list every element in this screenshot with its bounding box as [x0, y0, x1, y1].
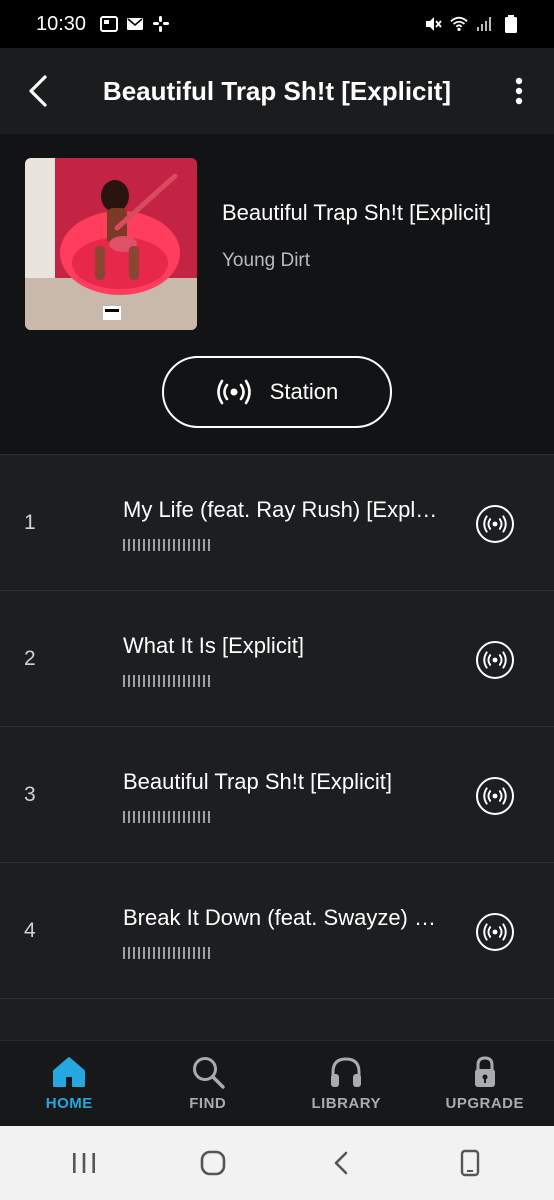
- more-vertical-icon: [515, 77, 523, 105]
- track-number: 4: [24, 919, 36, 942]
- track-meta-placeholder: [123, 811, 213, 823]
- home-system-button[interactable]: [183, 1133, 243, 1193]
- track-meta-placeholder: [123, 539, 213, 551]
- headphones-icon: [331, 1057, 362, 1087]
- nav-find[interactable]: FIND: [139, 1041, 278, 1126]
- nav-upgrade[interactable]: UPGRADE: [416, 1041, 554, 1126]
- system-back-button[interactable]: [311, 1133, 371, 1193]
- back-button[interactable]: [0, 48, 76, 134]
- album-cover-image: [25, 158, 197, 330]
- status-system-icons: [424, 15, 520, 33]
- status-bar: 10:30: [0, 0, 554, 48]
- nav-home-label: HOME: [45, 1095, 93, 1112]
- status-notification-icons: [100, 15, 170, 33]
- station-button[interactable]: Station: [162, 356, 392, 428]
- lock-icon: [474, 1056, 495, 1087]
- home-circle-icon: [200, 1150, 226, 1176]
- nav-library-label: LIBRARY: [311, 1095, 382, 1112]
- signal-icon: [476, 15, 494, 33]
- mail-icon: [126, 15, 144, 33]
- track-number: 1: [24, 511, 36, 534]
- album-info: Beautiful Trap Sh!t [Explicit] Young Dir…: [222, 200, 534, 272]
- phone-icon: [460, 1149, 479, 1177]
- station-button-label: Station: [269, 379, 339, 404]
- device-button[interactable]: [440, 1133, 500, 1193]
- page-title: Beautiful Trap Sh!t [Explicit]: [102, 75, 452, 106]
- nav-library[interactable]: LIBRARY: [277, 1041, 416, 1126]
- track-title: Break It Down (feat. Swayze) [Explicit]: [123, 905, 441, 930]
- album-section: Beautiful Trap Sh!t [Explicit] Young Dir…: [0, 134, 554, 474]
- album-art[interactable]: [25, 158, 197, 330]
- wifi-icon: [450, 15, 468, 33]
- recent-apps-button[interactable]: [54, 1133, 114, 1193]
- track-number: 2: [24, 647, 36, 670]
- nav-home[interactable]: HOME: [0, 1041, 139, 1126]
- track-meta-placeholder: [123, 675, 213, 687]
- track-station-button[interactable]: [476, 777, 514, 815]
- track-row[interactable]: 4 Break It Down (feat. Swayze) [Explicit…: [0, 862, 554, 998]
- app-header: Beautiful Trap Sh!t [Explicit]: [0, 48, 554, 134]
- bottom-nav: HOME FIND LIBRARY UPGRADE: [0, 1040, 554, 1126]
- home-icon: [53, 1057, 86, 1087]
- track-list: 1 My Life (feat. Ray Rush) [Explicit] 2 …: [0, 454, 554, 1042]
- track-row[interactable]: 2 What It Is [Explicit]: [0, 590, 554, 726]
- chevron-left-icon: [29, 75, 47, 107]
- mute-icon: [424, 15, 442, 33]
- nav-find-label: FIND: [189, 1095, 227, 1112]
- status-time: 10:30: [36, 12, 87, 35]
- track-station-button[interactable]: [476, 641, 514, 679]
- track-station-button[interactable]: [476, 505, 514, 543]
- search-icon: [192, 1057, 225, 1089]
- news-app-icon: [100, 15, 119, 33]
- radio-station-icon: [483, 923, 507, 941]
- nav-upgrade-label: UPGRADE: [445, 1095, 524, 1112]
- recent-apps-icon: [73, 1153, 96, 1173]
- album-title: Beautiful Trap Sh!t [Explicit]: [222, 200, 492, 225]
- track-station-button[interactable]: [476, 913, 514, 951]
- back-arrow-icon: [334, 1151, 348, 1175]
- track-meta-placeholder: [123, 947, 213, 959]
- radio-station-icon: [483, 515, 507, 533]
- album-artist[interactable]: Young Dirt: [222, 250, 534, 272]
- system-nav-bar: [0, 1126, 554, 1200]
- track-title: My Life (feat. Ray Rush) [Explicit]: [123, 497, 441, 522]
- track-row-partial[interactable]: [0, 998, 554, 1042]
- track-row[interactable]: 3 Beautiful Trap Sh!t [Explicit]: [0, 726, 554, 862]
- radio-station-icon: [483, 651, 507, 669]
- battery-icon: [502, 15, 520, 33]
- track-title: What It Is [Explicit]: [123, 633, 304, 658]
- radio-station-icon: [216, 379, 251, 405]
- track-row[interactable]: 1 My Life (feat. Ray Rush) [Explicit]: [0, 454, 554, 590]
- track-number: 3: [24, 783, 36, 806]
- radio-station-icon: [483, 787, 507, 805]
- slack-icon: [152, 15, 170, 33]
- track-title: Beautiful Trap Sh!t [Explicit]: [123, 769, 393, 794]
- more-options-button[interactable]: [484, 48, 554, 134]
